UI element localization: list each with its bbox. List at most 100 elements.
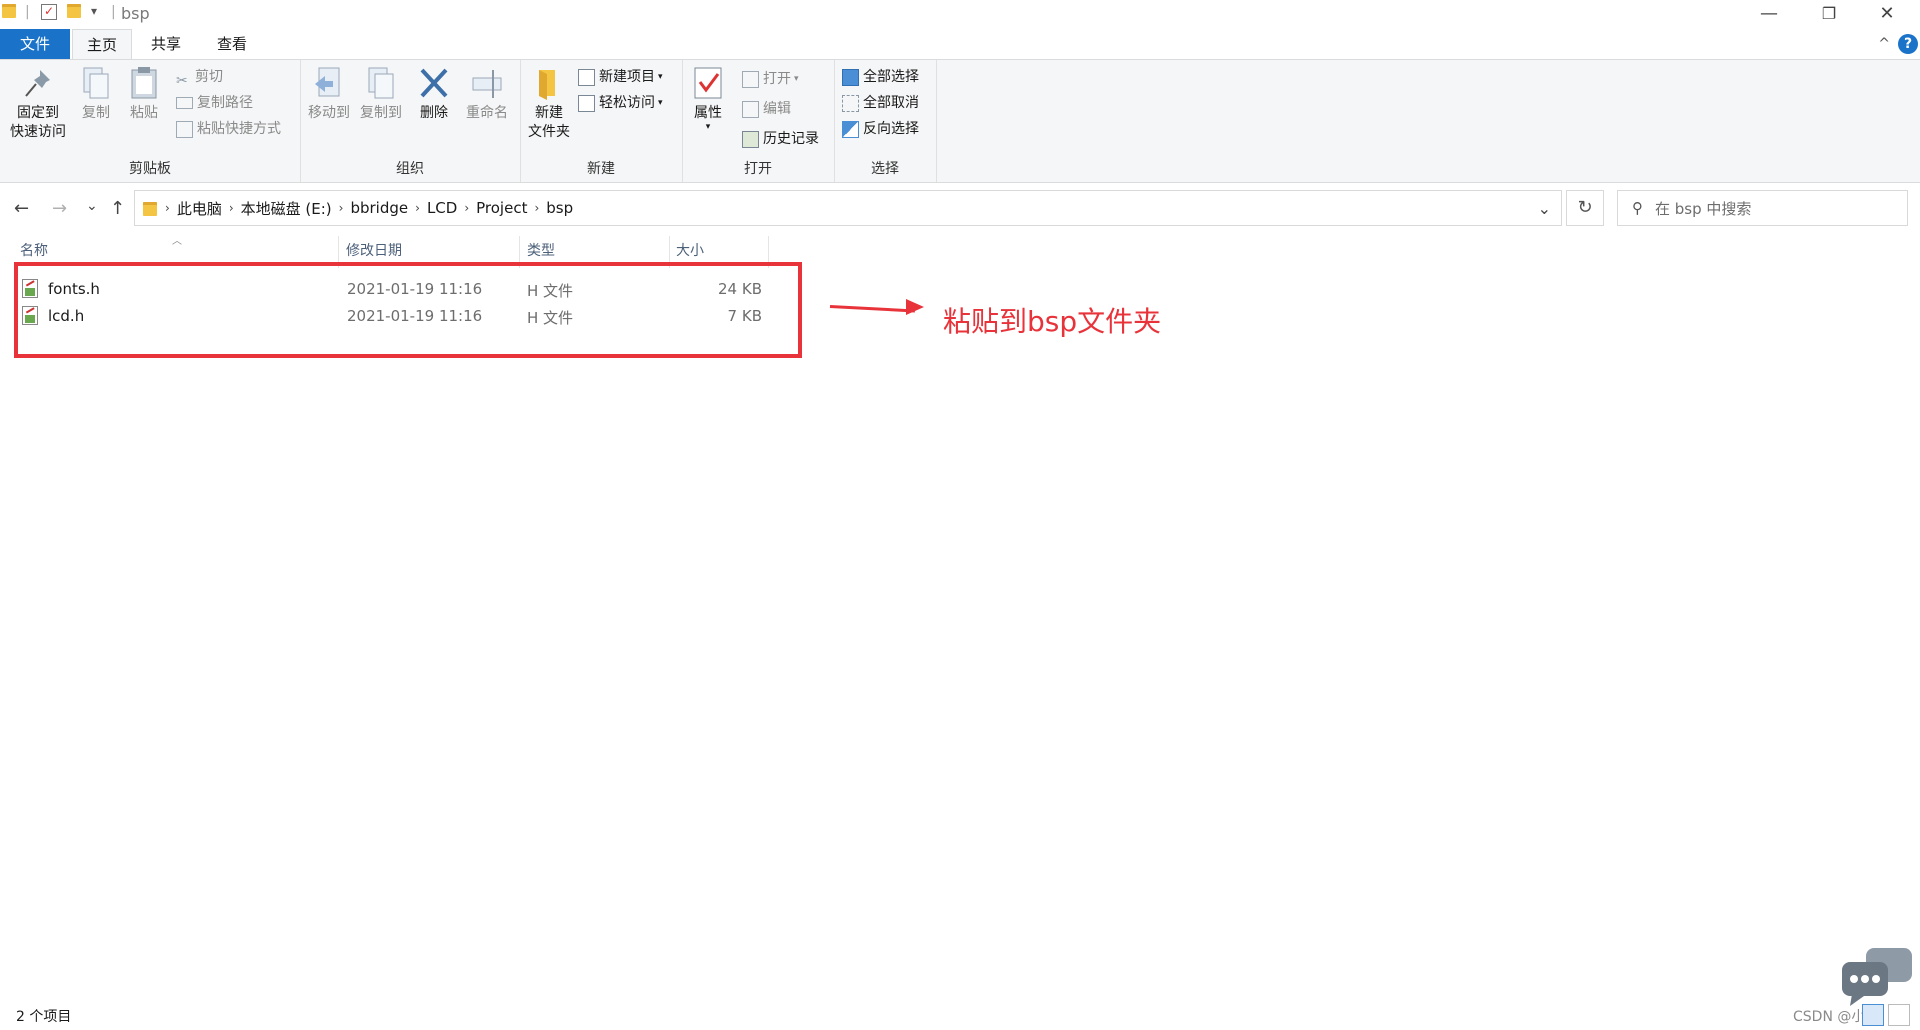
recent-locations-button[interactable]: ⌄ bbox=[86, 198, 98, 214]
edit-button[interactable]: 编辑 bbox=[742, 98, 791, 120]
up-button[interactable]: ↑ bbox=[110, 198, 125, 219]
tab-file[interactable]: 文件 bbox=[0, 29, 70, 59]
properties-quick-icon[interactable]: ✓ bbox=[41, 4, 57, 20]
open-button[interactable]: 打开 ▾ bbox=[742, 68, 799, 90]
easy-access-icon bbox=[578, 94, 595, 112]
breadcrumb-this-pc[interactable]: 此电脑 bbox=[170, 198, 229, 219]
breadcrumb-bbridge[interactable]: bbridge bbox=[343, 199, 415, 217]
copy-path-button[interactable]: 复制路径 bbox=[176, 92, 253, 114]
ribbon-minimize-icon[interactable]: ^ bbox=[1878, 36, 1890, 52]
highlight-box bbox=[14, 262, 802, 358]
paste-shortcut-icon bbox=[176, 120, 193, 138]
address-dropdown-icon[interactable]: ⌄ bbox=[1538, 199, 1551, 218]
properties-check-icon bbox=[692, 66, 724, 100]
sort-ascending-icon: ︿ bbox=[172, 236, 182, 247]
clipboard-group-label: 剪贴板 bbox=[129, 161, 171, 177]
clipboard-icon bbox=[128, 66, 160, 100]
restore-button[interactable]: ❐ bbox=[1806, 0, 1852, 28]
move-to-button[interactable]: 移动到 bbox=[304, 66, 354, 123]
breadcrumb-bsp[interactable]: bsp bbox=[539, 199, 580, 217]
select-all-icon bbox=[842, 68, 859, 86]
column-header-type[interactable]: 类型 bbox=[527, 240, 555, 264]
folder-icon bbox=[2, 4, 16, 18]
new-item-button[interactable]: 新建项目 ▾ bbox=[578, 66, 663, 88]
invert-selection-icon bbox=[842, 120, 859, 138]
status-item-count: 2 个项目 bbox=[16, 1009, 72, 1025]
breadcrumb-project[interactable]: Project bbox=[469, 199, 534, 217]
pin-label-2: 快速访问 bbox=[10, 124, 66, 140]
ribbon: 固定到 快速访问 复制 粘贴 ✂ 剪切 复制路径 粘贴快捷方式 剪贴板 移动到 … bbox=[0, 59, 1920, 183]
search-input[interactable]: ⚲ 在 bsp 中搜索 bbox=[1617, 190, 1908, 226]
help-icon[interactable]: ? bbox=[1898, 34, 1918, 54]
copy-path-icon bbox=[176, 97, 193, 109]
copy-icon bbox=[80, 66, 112, 100]
ribbon-tabs: 文件 主页 共享 查看 bbox=[0, 29, 1920, 59]
rename-button[interactable]: 重命名 bbox=[462, 66, 512, 123]
select-none-button[interactable]: 全部取消 bbox=[842, 92, 919, 114]
column-header-size[interactable]: 大小 bbox=[676, 240, 704, 264]
copy-label: 复制 bbox=[82, 105, 110, 121]
details-view-icon[interactable] bbox=[1862, 1004, 1884, 1026]
pin-quick-access-button[interactable]: 固定到 快速访问 bbox=[8, 66, 68, 142]
column-header-date[interactable]: 修改日期 bbox=[346, 240, 402, 264]
copy-button[interactable]: 复制 bbox=[76, 66, 116, 123]
cut-button[interactable]: ✂ 剪切 bbox=[176, 66, 223, 89]
copy-to-label: 复制到 bbox=[360, 105, 402, 121]
clipboard-group: 固定到 快速访问 复制 粘贴 ✂ 剪切 复制路径 粘贴快捷方式 剪贴板 bbox=[0, 60, 301, 182]
move-to-icon bbox=[313, 66, 345, 100]
breadcrumb-drive-e[interactable]: 本地磁盘 (E:) bbox=[234, 198, 339, 219]
tab-home[interactable]: 主页 bbox=[72, 29, 132, 59]
properties-dropdown-icon: ▾ bbox=[705, 122, 711, 132]
minimize-button[interactable]: — bbox=[1746, 0, 1792, 28]
paste-button[interactable]: 粘贴 bbox=[124, 66, 164, 123]
forward-button[interactable]: → bbox=[52, 198, 67, 219]
title-divider: | bbox=[111, 4, 116, 20]
close-button[interactable]: ✕ bbox=[1864, 0, 1910, 28]
delete-button[interactable]: 删除 bbox=[414, 66, 454, 123]
tab-view[interactable]: 查看 bbox=[204, 29, 260, 59]
scissors-icon: ✂ bbox=[176, 72, 188, 89]
open-group-label: 打开 bbox=[744, 161, 772, 177]
address-folder-icon bbox=[143, 199, 157, 217]
qa-divider: | bbox=[25, 4, 30, 20]
open-label: 打开 bbox=[763, 71, 791, 87]
edit-label: 编辑 bbox=[763, 101, 791, 117]
navigation-bar: ← → ⌄ ↑ › 此电脑 › 本地磁盘 (E:) › bbridge › LC… bbox=[0, 190, 1920, 230]
column-header-name[interactable]: 名称 bbox=[20, 240, 48, 264]
copy-to-button[interactable]: 复制到 bbox=[356, 66, 406, 123]
large-icons-view-icon[interactable] bbox=[1888, 1004, 1910, 1026]
new-folder-label-1: 新建 bbox=[535, 105, 563, 121]
paste-shortcut-label: 粘贴快捷方式 bbox=[197, 121, 281, 137]
invert-selection-label: 反向选择 bbox=[863, 121, 919, 137]
history-button[interactable]: 历史记录 bbox=[742, 128, 819, 150]
copy-to-icon bbox=[365, 66, 397, 100]
pin-icon bbox=[22, 66, 54, 100]
new-folder-label-2: 文件夹 bbox=[528, 124, 570, 140]
invert-selection-button[interactable]: 反向选择 bbox=[842, 118, 919, 140]
new-item-icon bbox=[578, 68, 595, 86]
new-folder-button[interactable]: 新建 文件夹 bbox=[524, 66, 574, 142]
select-group-label: 选择 bbox=[871, 161, 899, 177]
new-item-dropdown-icon: ▾ bbox=[658, 72, 663, 82]
window-title: bsp bbox=[121, 4, 150, 23]
address-bar[interactable]: › 此电脑 › 本地磁盘 (E:) › bbridge › LCD › Proj… bbox=[134, 190, 1562, 226]
breadcrumb-lcd[interactable]: LCD bbox=[420, 199, 464, 217]
history-label: 历史记录 bbox=[763, 131, 819, 147]
paste-shortcut-button[interactable]: 粘贴快捷方式 bbox=[176, 118, 281, 140]
back-button[interactable]: ← bbox=[14, 198, 29, 219]
properties-button[interactable]: 属性 ▾ bbox=[688, 66, 728, 132]
new-folder-quick-icon[interactable] bbox=[67, 4, 81, 18]
chat-bubble-icon[interactable] bbox=[1840, 946, 1914, 1008]
cut-label: 剪切 bbox=[195, 69, 223, 85]
history-icon bbox=[742, 130, 759, 148]
customize-quick-access-icon[interactable]: ▾ bbox=[91, 4, 97, 18]
select-all-label: 全部选择 bbox=[863, 69, 919, 85]
open-icon bbox=[742, 70, 759, 88]
new-group-label: 新建 bbox=[587, 161, 615, 177]
tab-share[interactable]: 共享 bbox=[140, 29, 192, 59]
new-folder-icon bbox=[533, 66, 565, 100]
annotation-arrow-head bbox=[906, 299, 924, 315]
easy-access-button[interactable]: 轻松访问 ▾ bbox=[578, 92, 663, 114]
select-all-button[interactable]: 全部选择 bbox=[842, 66, 919, 88]
refresh-button[interactable]: ↻ bbox=[1566, 190, 1604, 226]
